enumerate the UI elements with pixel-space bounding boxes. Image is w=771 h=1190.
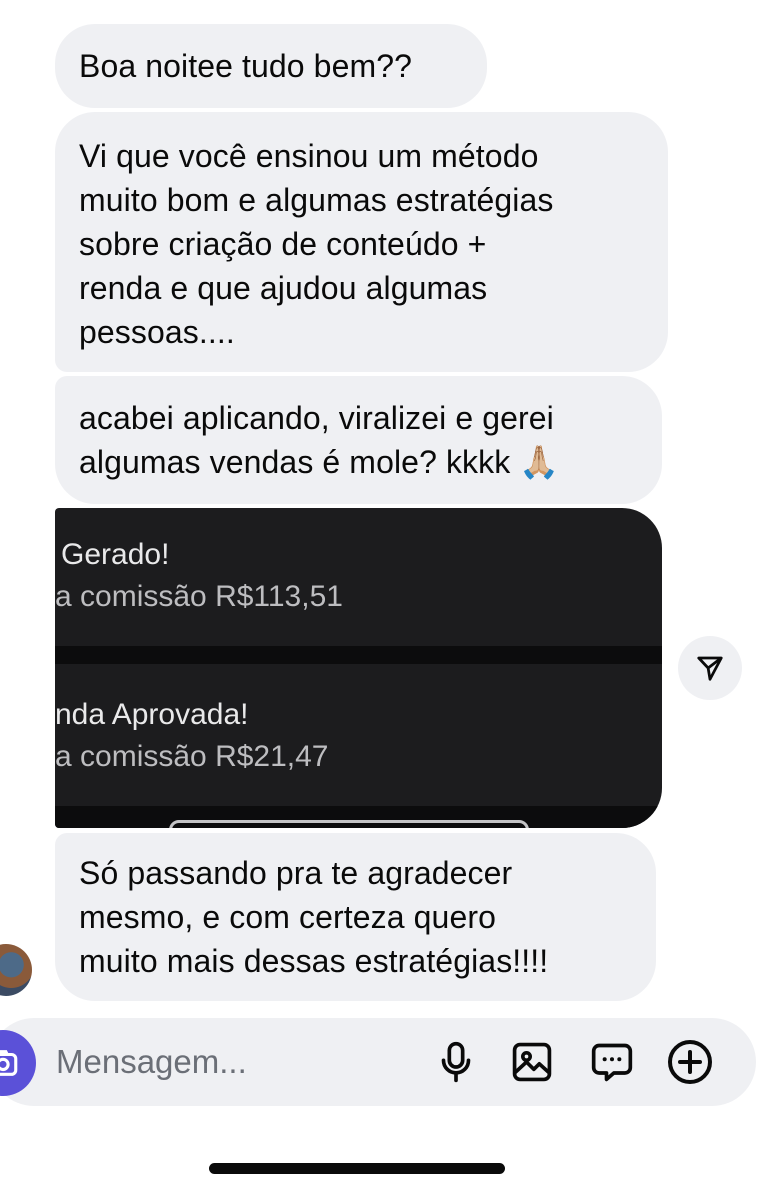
- notification-text: a comissão R$21,47: [55, 740, 329, 773]
- share-button[interactable]: [678, 636, 742, 700]
- send-icon: [697, 656, 723, 681]
- gallery-button[interactable]: [508, 1038, 556, 1086]
- microphone-icon: [441, 1041, 471, 1083]
- sticker-button[interactable]: [588, 1038, 636, 1086]
- microphone-button[interactable]: [432, 1038, 480, 1086]
- notification-text: a comissão R$113,51: [55, 580, 343, 613]
- camera-icon: [0, 1050, 18, 1076]
- notification-title: nda Aprovada!: [55, 698, 249, 731]
- sticker-icon: [591, 1043, 633, 1082]
- shared-screenshot-image[interactable]: Gerado! a comissão R$113,51 nda Aprovada…: [55, 508, 662, 828]
- plus-circle-icon: [668, 1040, 712, 1084]
- avatar[interactable]: [0, 944, 32, 996]
- notification-divider: [55, 646, 662, 664]
- image-icon: [512, 1042, 552, 1082]
- message-bubble[interactable]: acabei aplicando, viralizei e gerei algu…: [55, 376, 662, 504]
- message-input[interactable]: [56, 1040, 416, 1084]
- message-bubble[interactable]: Só passando pra te agradecer mesmo, e co…: [55, 833, 656, 1001]
- message-bubble[interactable]: Boa noitee tudo bem??: [55, 24, 487, 108]
- home-indicator[interactable]: [209, 1163, 505, 1174]
- more-button[interactable]: [666, 1038, 714, 1086]
- notification-card-edge: [169, 820, 529, 828]
- message-bubble[interactable]: Vi que você ensinou um método muito bom …: [55, 112, 668, 372]
- notification-title: Gerado!: [55, 538, 170, 571]
